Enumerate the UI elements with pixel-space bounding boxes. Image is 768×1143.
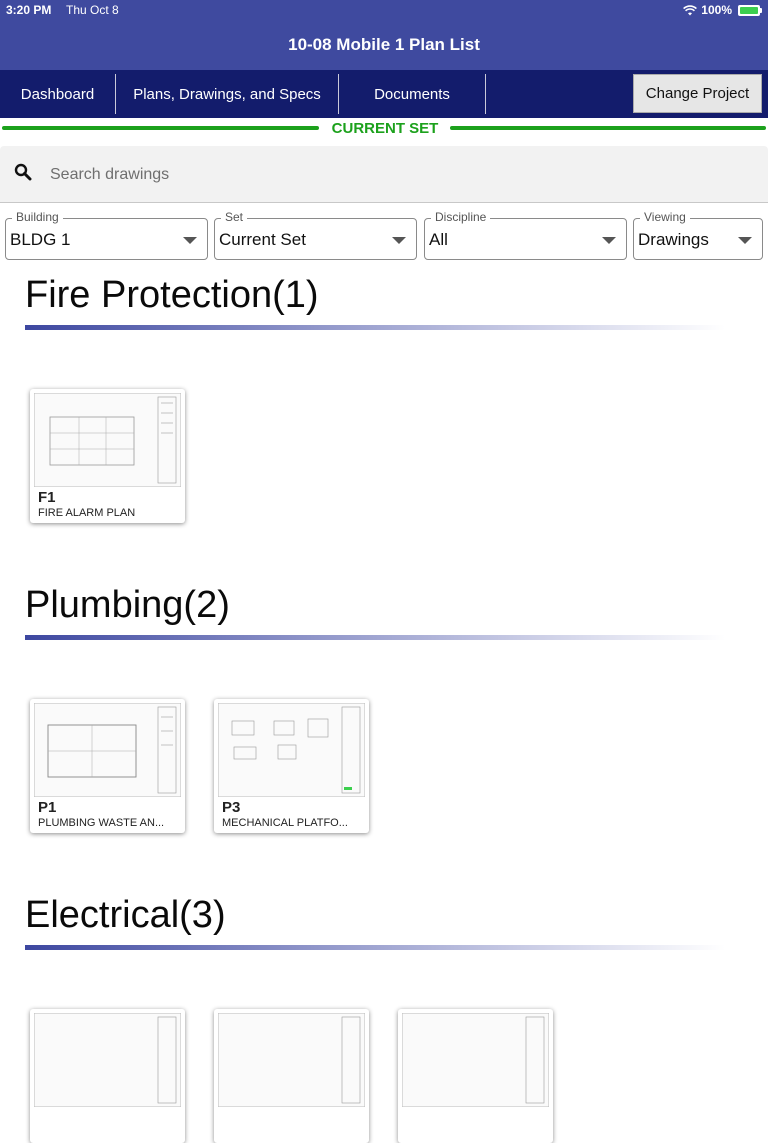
battery-icon [738, 4, 762, 16]
set-filter-value: Current Set [219, 230, 306, 249]
discipline-filter-value: All [429, 230, 448, 249]
search-bar [0, 146, 768, 203]
drawing-card[interactable] [214, 1009, 369, 1143]
current-set-label: CURRENT SET [331, 120, 439, 137]
drawing-thumbnail [402, 1013, 549, 1107]
top-bar: 3:20 PM Thu Oct 8 100% 10-08 Mobile 1 Pl… [0, 0, 768, 70]
drawing-thumbnail [34, 393, 181, 487]
drawing-thumbnail [218, 703, 365, 797]
drawing-card[interactable]: P3 MECHANICAL PLATFO... [214, 699, 369, 833]
viewing-filter-label: Viewing [640, 210, 690, 224]
drawing-card[interactable]: P1 PLUMBING WASTE AN... [30, 699, 185, 833]
drawing-code: F1 [38, 489, 56, 506]
search-icon [14, 163, 32, 181]
dropdown-arrow-icon [183, 237, 197, 244]
building-filter-value: BLDG 1 [10, 230, 71, 249]
drawing-name: PLUMBING WASTE AN... [38, 817, 165, 829]
drawing-thumbnail [34, 703, 181, 797]
drawing-card[interactable]: F1 FIRE ALARM PLAN [30, 389, 185, 523]
section-divider [25, 635, 725, 640]
page-title: 10-08 Mobile 1 Plan List [288, 35, 480, 54]
set-filter-label: Set [221, 210, 248, 224]
set-filter[interactable]: Set Current Set [214, 210, 417, 260]
section-title: Fire Protection(1) [25, 274, 319, 316]
change-project-button[interactable]: Change Project [633, 74, 762, 113]
nav-bar: Dashboard Plans, Drawings, and Specs Doc… [0, 70, 768, 118]
section-title: Plumbing(2) [25, 584, 230, 626]
battery-percent: 100% [701, 3, 732, 17]
drawing-name: MECHANICAL PLATFO... [222, 817, 348, 829]
drawing-name: FIRE ALARM PLAN [38, 507, 136, 519]
section-divider [25, 945, 725, 950]
dropdown-arrow-icon [392, 237, 406, 244]
tab-plans-drawings-specs[interactable]: Plans, Drawings, and Specs [116, 74, 339, 114]
drawing-thumbnail [218, 1013, 365, 1107]
section-divider [25, 325, 725, 330]
dropdown-arrow-icon [602, 237, 616, 244]
building-filter-label: Building [12, 210, 63, 224]
tab-documents[interactable]: Documents [339, 74, 486, 114]
drawing-thumbnail [34, 1013, 181, 1107]
banner-line-left [2, 126, 319, 130]
drawing-code: P3 [222, 799, 241, 816]
drawing-card[interactable] [398, 1009, 553, 1143]
search-input[interactable] [48, 160, 732, 190]
section-title: Electrical(3) [25, 894, 226, 936]
viewing-filter-value: Drawings [638, 230, 709, 249]
discipline-filter-label: Discipline [431, 210, 491, 224]
current-set-banner: CURRENT SET [0, 118, 768, 142]
tab-dashboard[interactable]: Dashboard [0, 74, 116, 114]
banner-line-right [450, 126, 766, 130]
status-time: 3:20 PM [6, 3, 52, 17]
status-indicators: 100% [683, 3, 762, 17]
drawing-code: P1 [38, 799, 57, 816]
status-date: Thu Oct 8 [66, 3, 119, 17]
dropdown-arrow-icon [738, 237, 752, 244]
wifi-icon [683, 4, 698, 15]
viewing-filter[interactable]: Viewing Drawings [633, 210, 763, 260]
discipline-filter[interactable]: Discipline All [424, 210, 627, 260]
building-filter[interactable]: Building BLDG 1 [5, 210, 208, 260]
drawing-card[interactable] [30, 1009, 185, 1143]
